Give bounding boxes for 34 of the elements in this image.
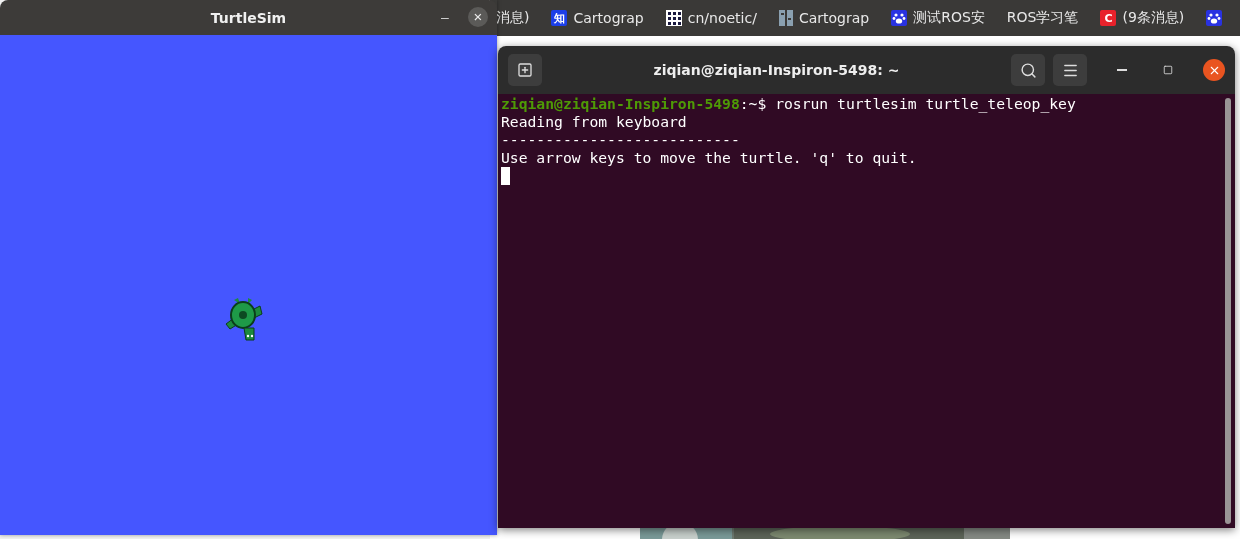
paw-icon bbox=[1206, 10, 1223, 26]
book-icon bbox=[778, 10, 793, 26]
tab-title[interactable]: Cartograp bbox=[573, 10, 644, 26]
tab-title[interactable]: cn/noetic/ bbox=[687, 10, 757, 26]
prompt-user: ziqian@ziqian-Inspiron-5498 bbox=[501, 95, 740, 112]
window-title: TurtleSim bbox=[210, 9, 287, 26]
output-line: --------------------------- bbox=[501, 131, 740, 148]
output-line: Reading from keyboard bbox=[501, 113, 687, 130]
prompt-path: :~$ bbox=[739, 95, 767, 112]
minimize-button[interactable]: – bbox=[438, 9, 452, 25]
close-button[interactable] bbox=[1203, 59, 1225, 81]
maximize-icon bbox=[1163, 65, 1173, 75]
window-title: ziqian@ziqian-Inspiron-5498: ~ bbox=[652, 62, 901, 78]
tab-title[interactable]: (9条消息) bbox=[1122, 9, 1185, 27]
tab-title[interactable]: 测试ROS安 bbox=[913, 9, 985, 27]
minimize-icon bbox=[1117, 69, 1127, 71]
text-cursor bbox=[501, 167, 510, 185]
scrollbar[interactable] bbox=[1225, 98, 1231, 524]
paw-icon bbox=[891, 10, 908, 26]
tab-title[interactable]: 消息) bbox=[496, 9, 530, 27]
close-button[interactable]: × bbox=[468, 7, 488, 27]
menu-button[interactable] bbox=[1053, 54, 1087, 86]
new-tab-button[interactable] bbox=[508, 54, 542, 86]
tab-title[interactable]: ROS学习笔 bbox=[1006, 9, 1079, 27]
command-text: rosrun turtlesim turtle_teleop_key bbox=[775, 95, 1076, 112]
tab-title[interactable]: Cartograp bbox=[798, 10, 870, 26]
plus-square-icon bbox=[517, 62, 533, 78]
grid-icon bbox=[665, 10, 682, 26]
turtle-drawing bbox=[224, 296, 266, 342]
output-line: Use arrow keys to move the turtle. 'q' to quit. bbox=[501, 149, 917, 166]
site-icon: 知 bbox=[551, 10, 568, 26]
search-button[interactable] bbox=[1011, 54, 1045, 86]
site-icon: C bbox=[1100, 10, 1117, 26]
search-icon bbox=[1019, 61, 1037, 79]
